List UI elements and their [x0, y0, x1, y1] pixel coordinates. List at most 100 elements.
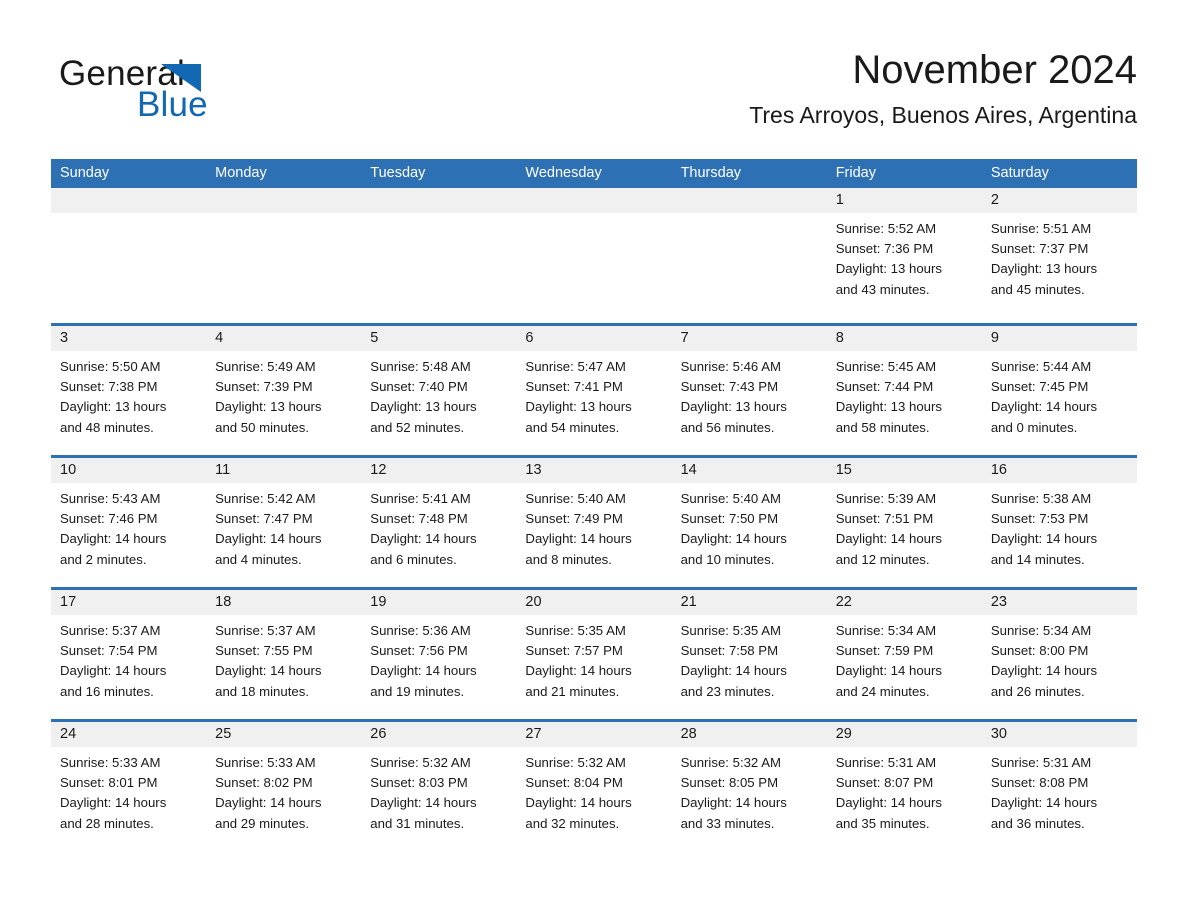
- sunset-text: Sunset: 8:01 PM: [60, 775, 158, 791]
- daylight-text-line1: Daylight: 14 hours: [215, 663, 322, 679]
- day-cell-22[interactable]: 22 Sunrise: 5:34 AM Sunset: 7:59 PM Dayligh…: [826, 590, 982, 719]
- weekday-header-monday: Monday: [215, 165, 267, 181]
- day-details: Sunrise: 5:42 AM Sunset: 7:47 PM Daylight:…: [206, 483, 361, 570]
- day-cell-10[interactable]: 10 Sunrise: 5:43 AM Sunset: 7:46 PM Dayligh…: [51, 458, 207, 587]
- sunset-text: Sunset: 7:55 PM: [215, 643, 313, 659]
- day-cell-11[interactable]: 11 Sunrise: 5:42 AM Sunset: 7:47 PM Dayligh…: [206, 458, 362, 587]
- day-details: Sunrise: 5:51 AM Sunset: 7:37 PM Daylight:…: [982, 213, 1137, 300]
- logo-text-blue: Blue: [137, 85, 208, 124]
- day-cell-24[interactable]: 24 Sunrise: 5:33 AM Sunset: 8:01 PM Dayligh…: [51, 722, 207, 851]
- sunrise-text: Sunrise: 5:50 AM: [60, 359, 161, 374]
- day-details: Sunrise: 5:50 AM Sunset: 7:38 PM Daylight:…: [51, 351, 206, 438]
- day-cell-12[interactable]: 12 Sunrise: 5:41 AM Sunset: 7:48 PM Dayligh…: [361, 458, 517, 587]
- daylight-text-line2: and 45 minutes.: [990, 281, 1085, 297]
- sunset-text: Sunset: 7:49 PM: [525, 511, 623, 527]
- daylight-text-line2: and 48 minutes.: [60, 419, 154, 435]
- day-cell-25[interactable]: 25 Sunrise: 5:33 AM Sunset: 8:02 PM Dayligh…: [206, 722, 362, 851]
- daylight-text-line1: Daylight: 14 hours: [370, 531, 477, 547]
- day-cell-15[interactable]: 15 Sunrise: 5:39 AM Sunset: 7:51 PM Dayligh…: [826, 458, 982, 587]
- daylight-text-line1: Daylight: 14 hours: [370, 663, 477, 679]
- day-cell-21[interactable]: 21 Sunrise: 5:35 AM Sunset: 7:58 PM Dayligh…: [671, 590, 827, 719]
- day-details: Sunrise: 5:35 AM Sunset: 7:58 PM Daylight:…: [672, 615, 827, 702]
- daylight-text-line1: Daylight: 14 hours: [215, 795, 322, 811]
- day-number: 4: [206, 326, 362, 351]
- sunrise-text: Sunrise: 5:31 AM: [835, 755, 937, 770]
- title-block: November 2024 Tres Arroyos, Buenos Aires…: [437, 44, 1137, 132]
- sunrise-text: Sunrise: 5:34 AM: [835, 623, 937, 638]
- day-number: [671, 188, 827, 213]
- day-cell-17[interactable]: 17 Sunrise: 5:37 AM Sunset: 7:54 PM Dayligh…: [51, 590, 207, 719]
- sunrise-text: Sunrise: 5:49 AM: [215, 359, 316, 374]
- day-cell-1[interactable]: 1 Sunrise: 5:52 AM Sunset: 7:36 PM Daylight…: [826, 188, 982, 323]
- day-cell-9[interactable]: 9 Sunrise: 5:44 AM Sunset: 7:45 PM Daylight…: [981, 326, 1137, 455]
- sunset-text: Sunset: 7:53 PM: [990, 511, 1089, 527]
- day-cell-27[interactable]: 27 Sunrise: 5:32 AM Sunset: 8:04 PM Dayligh…: [516, 722, 672, 851]
- daylight-text-line1: Daylight: 14 hours: [215, 531, 322, 547]
- day-cell-7[interactable]: 7 Sunrise: 5:46 AM Sunset: 7:43 PM Daylight…: [671, 326, 827, 455]
- day-cell-23[interactable]: 23 Sunrise: 5:34 AM Sunset: 8:00 PM Dayligh…: [981, 590, 1137, 719]
- day-details: Sunrise: 5:44 AM Sunset: 7:45 PM Daylight:…: [982, 351, 1137, 438]
- day-cell-3[interactable]: 3 Sunrise: 5:50 AM Sunset: 7:38 PM Daylight…: [51, 326, 207, 455]
- day-cell-18[interactable]: 18 Sunrise: 5:37 AM Sunset: 7:55 PM Dayligh…: [206, 590, 362, 719]
- daylight-text-line2: and 0 minutes.: [990, 419, 1078, 435]
- page-subtitle-location: Tres Arroyos, Buenos Aires, Argentina: [749, 102, 1137, 128]
- day-number: 7: [671, 326, 827, 351]
- daylight-text-line1: Daylight: 14 hours: [60, 663, 167, 679]
- sunset-text: Sunset: 7:58 PM: [680, 643, 779, 659]
- calendar-body: 1 Sunrise: 5:52 AM Sunset: 7:36 PM Daylight…: [51, 188, 1137, 851]
- daylight-text-line2: and 18 minutes.: [215, 683, 309, 699]
- daylight-text-line1: Daylight: 13 hours: [680, 399, 787, 415]
- sunrise-text: Sunrise: 5:40 AM: [680, 491, 781, 506]
- day-cell-20[interactable]: 20 Sunrise: 5:35 AM Sunset: 7:57 PM Dayligh…: [516, 590, 672, 719]
- day-cell-empty: [516, 188, 672, 323]
- day-details: Sunrise: 5:32 AM Sunset: 8:03 PM Daylight:…: [361, 747, 516, 834]
- daylight-text-line1: Daylight: 14 hours: [680, 795, 787, 811]
- day-details: Sunrise: 5:31 AM Sunset: 8:08 PM Daylight:…: [982, 747, 1137, 834]
- sunset-text: Sunset: 7:50 PM: [680, 511, 779, 527]
- day-details: Sunrise: 5:37 AM Sunset: 7:54 PM Daylight:…: [51, 615, 206, 702]
- day-cell-26[interactable]: 26 Sunrise: 5:32 AM Sunset: 8:03 PM Dayligh…: [361, 722, 517, 851]
- day-cell-6[interactable]: 6 Sunrise: 5:47 AM Sunset: 7:41 PM Daylight…: [516, 326, 672, 455]
- day-details: Sunrise: 5:36 AM Sunset: 7:56 PM Daylight:…: [361, 615, 516, 702]
- day-cell-2[interactable]: 2 Sunrise: 5:51 AM Sunset: 7:37 PM Daylight…: [981, 188, 1137, 323]
- day-details: Sunrise: 5:35 AM Sunset: 7:57 PM Daylight:…: [516, 615, 671, 702]
- day-cell-13[interactable]: 13 Sunrise: 5:40 AM Sunset: 7:49 PM Dayligh…: [516, 458, 672, 587]
- day-cell-29[interactable]: 29 Sunrise: 5:31 AM Sunset: 8:07 PM Dayligh…: [826, 722, 982, 851]
- page-title: November 2024: [852, 48, 1137, 92]
- day-number: 30: [981, 722, 1137, 747]
- day-cell-30[interactable]: 30 Sunrise: 5:31 AM Sunset: 8:08 PM Dayligh…: [981, 722, 1137, 851]
- sunset-text: Sunset: 7:56 PM: [370, 643, 468, 659]
- sunrise-text: Sunrise: 5:38 AM: [990, 491, 1092, 506]
- calendar-week-row: 1 Sunrise: 5:52 AM Sunset: 7:36 PM Daylight…: [51, 188, 1137, 323]
- day-number: 27: [516, 722, 672, 747]
- daylight-text-line2: and 36 minutes.: [990, 815, 1085, 831]
- day-cell-19[interactable]: 19 Sunrise: 5:36 AM Sunset: 7:56 PM Dayligh…: [361, 590, 517, 719]
- day-cell-4[interactable]: 4 Sunrise: 5:49 AM Sunset: 7:39 PM Daylight…: [206, 326, 362, 455]
- day-number: 18: [206, 590, 362, 615]
- day-cell-28[interactable]: 28 Sunrise: 5:32 AM Sunset: 8:05 PM Dayligh…: [671, 722, 827, 851]
- daylight-text-line1: Daylight: 13 hours: [990, 261, 1098, 277]
- day-cell-14[interactable]: 14 Sunrise: 5:40 AM Sunset: 7:50 PM Dayligh…: [671, 458, 827, 587]
- day-cell-empty: [671, 188, 827, 323]
- day-number: 2: [981, 188, 1137, 213]
- weekday-header-row: Sunday Monday Tuesday Wednesday Thursday Frid…: [51, 159, 1137, 188]
- daylight-text-line1: Daylight: 14 hours: [990, 795, 1098, 811]
- day-details: Sunrise: 5:37 AM Sunset: 7:55 PM Daylight:…: [206, 615, 361, 702]
- day-cell-8[interactable]: 8 Sunrise: 5:45 AM Sunset: 7:44 PM Daylight…: [826, 326, 982, 455]
- daylight-text-line1: Daylight: 14 hours: [835, 663, 942, 679]
- day-details: Sunrise: 5:40 AM Sunset: 7:50 PM Daylight:…: [672, 483, 827, 570]
- sunset-text: Sunset: 8:04 PM: [525, 775, 623, 791]
- day-cell-5[interactable]: 5 Sunrise: 5:48 AM Sunset: 7:40 PM Daylight…: [361, 326, 517, 455]
- day-cell-16[interactable]: 16 Sunrise: 5:38 AM Sunset: 7:53 PM Dayligh…: [981, 458, 1137, 587]
- day-details: Sunrise: 5:32 AM Sunset: 8:05 PM Daylight:…: [672, 747, 827, 834]
- day-number: 14: [671, 458, 827, 483]
- day-number: 19: [361, 590, 517, 615]
- daylight-text-line2: and 54 minutes.: [525, 419, 620, 435]
- daylight-text-line2: and 16 minutes.: [60, 683, 154, 699]
- daylight-text-line1: Daylight: 14 hours: [525, 663, 632, 679]
- sunrise-sunset-calendar: Sunday Monday Tuesday Wednesday Thursday Frid…: [51, 159, 1137, 851]
- day-details: Sunrise: 5:43 AM Sunset: 7:46 PM Daylight:…: [51, 483, 206, 570]
- day-number: [361, 188, 517, 213]
- sunrise-text: Sunrise: 5:35 AM: [525, 623, 626, 638]
- sunrise-text: Sunrise: 5:39 AM: [835, 491, 937, 506]
